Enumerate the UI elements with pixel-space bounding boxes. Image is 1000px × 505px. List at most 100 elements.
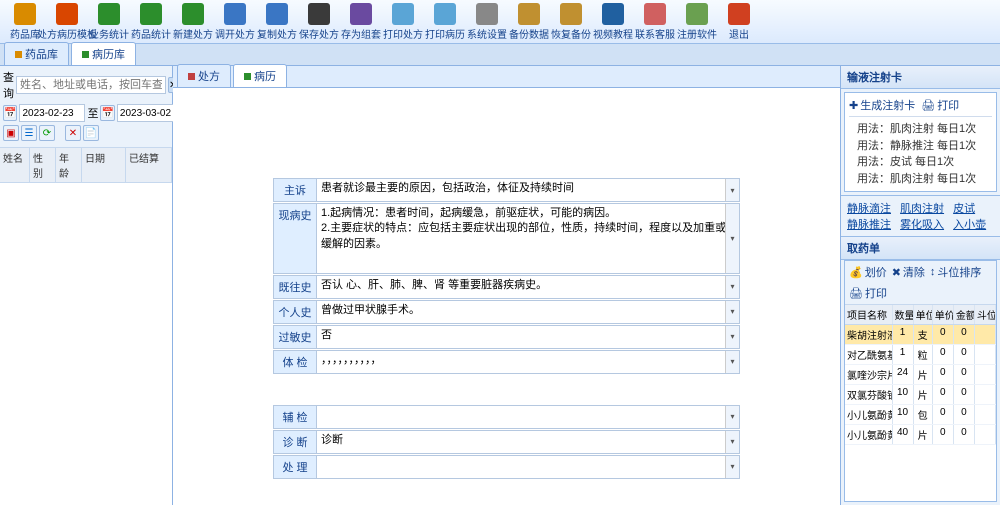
tool-打印处方[interactable]: 打印处方 — [382, 2, 424, 41]
tool-label: 存为组套 — [341, 26, 381, 41]
tool-注册软件[interactable]: 注册软件 — [676, 2, 718, 41]
tool-存为组套[interactable]: 存为组套 — [340, 2, 382, 41]
allergy-input[interactable] — [321, 328, 735, 343]
tool-复制处方[interactable]: 复制处方 — [256, 2, 298, 41]
dropdown-icon[interactable]: ▾ — [725, 456, 739, 478]
rx-row[interactable]: 对乙酰氨基...1粒00 — [845, 345, 996, 365]
tool-icon — [56, 3, 78, 25]
generate-card-button[interactable]: ✚ 生成注射卡 — [849, 97, 915, 113]
past-input[interactable] — [321, 278, 735, 293]
filter-btn-5[interactable]: 📄 — [83, 125, 99, 141]
dropdown-icon[interactable]: ▾ — [725, 179, 739, 201]
dropdown-icon[interactable]: ▾ — [725, 204, 739, 273]
filter-btn-3[interactable]: ⟳ — [39, 125, 55, 141]
tool-icon — [266, 3, 288, 25]
dropdown-icon[interactable]: ▾ — [725, 301, 739, 323]
dropdown-icon[interactable]: ▾ — [725, 406, 739, 428]
tool-icon — [434, 3, 456, 25]
tool-打印病历[interactable]: 打印病历 — [424, 2, 466, 41]
tab-medical-record[interactable]: 病历 — [233, 64, 287, 87]
tool-系统设置[interactable]: 系统设置 — [466, 2, 508, 41]
form-value-past[interactable]: ▾ — [317, 275, 740, 299]
cal-to-icon[interactable]: 📅 — [100, 105, 114, 121]
rx-row[interactable]: 柴胡注射液1支00 — [845, 325, 996, 345]
method-link[interactable]: 皮试 — [953, 203, 975, 215]
tool-新建处方[interactable]: 新建处方 — [172, 2, 214, 41]
clear-button[interactable]: ✖清除 — [892, 264, 925, 280]
tool-icon — [140, 3, 162, 25]
personal-input[interactable] — [321, 303, 735, 318]
tab-record-library[interactable]: 病历库 — [71, 42, 136, 65]
tab-prescription[interactable]: 处方 — [177, 64, 231, 87]
tool-视频教程[interactable]: 视频教程 — [592, 2, 634, 41]
form-row-diag: 诊 断▾ — [273, 430, 740, 454]
method-link[interactable]: 静脉滴注 — [847, 203, 891, 215]
tool-联系客服[interactable]: 联系客服 — [634, 2, 676, 41]
method-link[interactable]: 雾化吸入 — [900, 219, 944, 231]
rx-row[interactable]: 双氯芬酸钠...10片00 — [845, 385, 996, 405]
form-label-allergy: 过敏史 — [273, 325, 317, 349]
price-button[interactable]: 💰划价 — [849, 264, 887, 280]
form-row-chief: 主诉 ▾ — [273, 178, 740, 202]
method-link[interactable]: 肌肉注射 — [900, 203, 944, 215]
dropdown-icon[interactable]: ▾ — [725, 326, 739, 348]
method-link[interactable]: 入小壶 — [953, 219, 986, 231]
tool-药品统计[interactable]: 药品统计 — [130, 2, 172, 41]
form-row-past: 既往史 ▾ — [273, 275, 740, 299]
treat-input[interactable] — [321, 458, 735, 473]
form-value-personal[interactable]: ▾ — [317, 300, 740, 324]
cal-from-icon[interactable]: 📅 — [3, 105, 17, 121]
sort-button[interactable]: ↕斗位排序 — [930, 264, 982, 280]
form-value-exam[interactable]: ▾ — [317, 350, 740, 374]
tool-label: 注册软件 — [677, 26, 717, 41]
form-value-allergy[interactable]: ▾ — [317, 325, 740, 349]
rx-row[interactable]: 小儿氨酚黄...40片00 — [845, 425, 996, 445]
rx-row[interactable]: 小儿氨酚黄...10包00 — [845, 405, 996, 425]
print-card-button[interactable]: 🖨 打印 — [921, 97, 959, 113]
aux-input[interactable] — [321, 408, 735, 423]
tab-drug-library[interactable]: 药品库 — [4, 42, 69, 65]
rx-grid-body[interactable]: 柴胡注射液1支00对乙酰氨基...1粒00氯喹沙宗片24片00双氯芬酸钠...1… — [845, 325, 996, 501]
tool-icon — [392, 3, 414, 25]
form-value-present[interactable]: 1.起病情况：患者时间，起病缓急，前驱症状，可能的病因。 2.主要症状的特点：应… — [317, 203, 740, 274]
rx-print-button[interactable]: 🖨打印 — [849, 285, 887, 301]
form-value-treat[interactable]: ▾ — [317, 455, 740, 479]
date-from-input[interactable] — [19, 104, 85, 122]
tool-退出[interactable]: 退出 — [718, 2, 760, 41]
form-row-personal: 个人史▾ — [273, 300, 740, 324]
tool-调开处方[interactable]: 调开处方 — [214, 2, 256, 41]
form-label-present: 现病史 — [273, 203, 317, 274]
filter-btn-4[interactable]: ✕ — [65, 125, 81, 141]
left-panel: 查询 ✕ 📅 至 📅 ✕ ▣ ☰ ⟳ ✕ 📄 姓名 — [0, 66, 173, 505]
form-value-aux[interactable]: ▾ — [317, 405, 740, 429]
tool-icon — [644, 3, 666, 25]
tool-业务统计[interactable]: 业务统计 — [88, 2, 130, 41]
dropdown-icon[interactable]: ▾ — [725, 351, 739, 373]
rx-row[interactable]: 氯喹沙宗片24片00 — [845, 365, 996, 385]
chief-input[interactable] — [321, 181, 735, 196]
tool-label: 退出 — [729, 26, 749, 41]
present-input[interactable]: 1.起病情况：患者时间，起病缓急，前驱症状，可能的病因。 2.主要症状的特点：应… — [321, 206, 735, 268]
form-label-past: 既往史 — [273, 275, 317, 299]
rx-grid-header: 项目名称数量单位单价金额斗位 — [845, 305, 996, 325]
search-input[interactable] — [16, 76, 166, 94]
form-label-chief: 主诉 — [273, 178, 317, 202]
exam-input[interactable] — [321, 353, 735, 368]
tool-icon — [224, 3, 246, 25]
dropdown-icon[interactable]: ▾ — [725, 276, 739, 298]
form-row-aux: 辅 检 ▾ — [273, 405, 740, 429]
form-value-diag[interactable]: ▾ — [317, 430, 740, 454]
tool-保存处方[interactable]: 保存处方 — [298, 2, 340, 41]
filter-btn-2[interactable]: ☰ — [21, 125, 37, 141]
tool-恢复备份[interactable]: 恢复备份 — [550, 2, 592, 41]
filter-btn-1[interactable]: ▣ — [3, 125, 19, 141]
dropdown-icon[interactable]: ▾ — [725, 431, 739, 453]
form-value-chief[interactable]: ▾ — [317, 178, 740, 202]
patient-grid-body[interactable] — [0, 183, 172, 505]
form-label-aux: 辅 检 — [273, 405, 317, 429]
tool-处方病历模板[interactable]: 处方病历模板 — [46, 2, 88, 41]
diag-input[interactable] — [321, 433, 735, 448]
method-link[interactable]: 静脉推注 — [847, 219, 891, 231]
tool-备份数据[interactable]: 备份数据 — [508, 2, 550, 41]
tool-label: 复制处方 — [257, 26, 297, 41]
